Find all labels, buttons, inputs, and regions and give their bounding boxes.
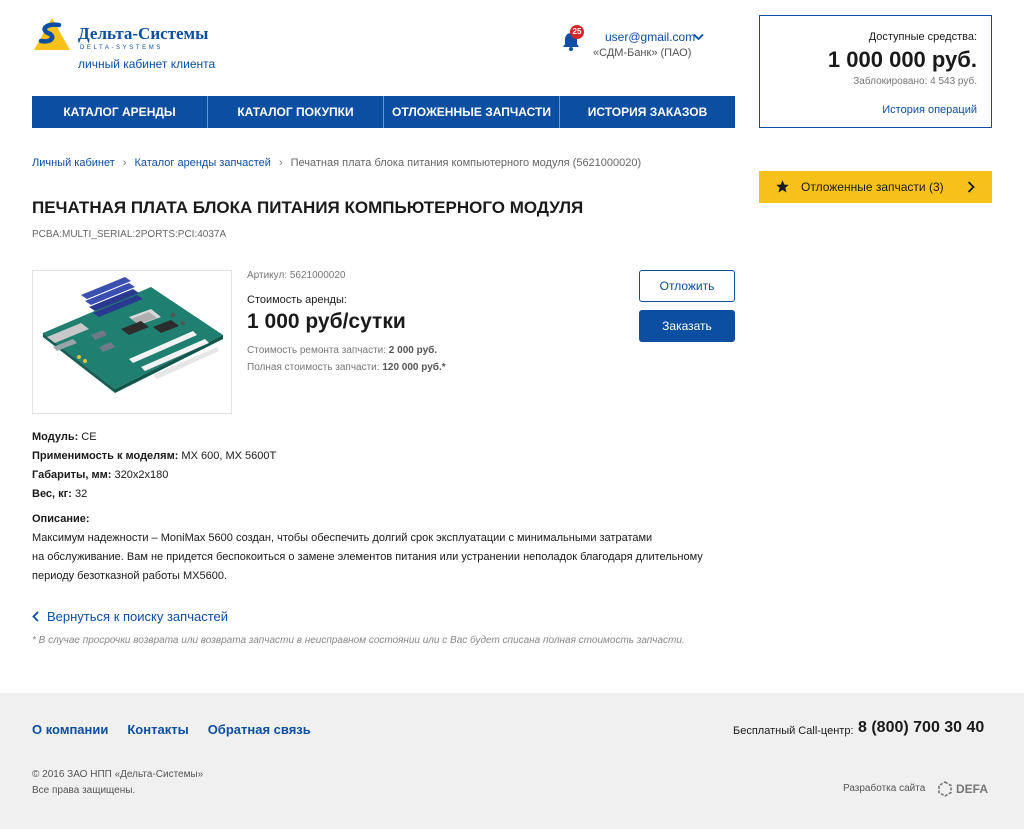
logo-title: Дельта-Системы xyxy=(78,24,209,43)
breadcrumb-separator-icon: › xyxy=(122,157,127,169)
rights-line: Все права защищены. xyxy=(32,785,136,796)
product-image xyxy=(32,270,232,414)
rent-price-label: Стоимость аренды: xyxy=(247,294,347,306)
spec-row: Модуль: CE xyxy=(32,428,276,447)
description-line: Максимум надежности – MoniMax 5600 созда… xyxy=(32,532,653,544)
copyright: © 2016 ЗАО НПП «Дельта-Системы» Все прав… xyxy=(32,767,203,799)
full-cost: Полная стоимость запчасти: 120 000 руб.* xyxy=(247,362,446,373)
motherboard-image xyxy=(43,277,223,393)
spec-value: CE xyxy=(78,431,97,443)
breadcrumb-current: Печатная плата блока питания компьютерно… xyxy=(290,157,642,169)
copyright-line: © 2016 ЗАО НПП «Дельта-Системы» xyxy=(32,769,204,780)
rent-price: 1 000 руб/сутки xyxy=(247,310,406,333)
description-line: периоду безотказной работы MX5600. xyxy=(32,570,227,582)
back-to-search-label: Вернуться к поиску запчастей xyxy=(47,609,228,624)
deferred-parts-label: Отложенные запчасти (3) xyxy=(801,180,944,194)
nav-order-history[interactable]: ИСТОРИЯ ЗАКАЗОВ xyxy=(560,96,735,128)
spec-value: 32 xyxy=(71,488,88,500)
spec-row: Вес, кг: 32 xyxy=(32,485,276,504)
full-cost-label: Полная стоимость запчасти: xyxy=(247,362,383,373)
user-bank: «СДМ-Банк» (ПАО) xyxy=(593,47,692,59)
spec-label: Вес, кг: xyxy=(32,488,72,500)
breadcrumb: Личный кабинет › Каталог аренды запчасте… xyxy=(32,157,641,169)
balance-panel: Доступные средства: 1 000 000 руб. Забло… xyxy=(759,15,992,128)
spec-value: 320x2x180 xyxy=(111,469,169,481)
spec-row: Применимость к моделям: MX 600, MX 5600T xyxy=(32,447,276,466)
spec-label: Модуль: xyxy=(32,431,79,443)
breadcrumb-rent-catalog[interactable]: Каталог аренды запчастей xyxy=(134,157,271,169)
chevron-right-icon xyxy=(967,181,975,193)
operations-history-link[interactable]: История операций xyxy=(882,104,977,116)
nav-buy-catalog[interactable]: КАТАЛОГ ПОКУПКИ xyxy=(208,96,384,128)
chevron-down-icon[interactable] xyxy=(693,33,704,41)
call-center-phone[interactable]: 8 (800) 700 30 40 xyxy=(858,719,984,737)
full-cost-value: 120 000 руб.* xyxy=(382,362,446,373)
repair-cost: Стоимость ремонта запчасти: 2 000 руб. xyxy=(247,345,437,356)
star-icon xyxy=(776,180,789,193)
page-title: ПЕЧАТНАЯ ПЛАТА БЛОКА ПИТАНИЯ КОМПЬЮТЕРНО… xyxy=(32,198,584,217)
spec-row: Габариты, мм: 320x2x180 xyxy=(32,466,276,485)
balance-blocked: Заблокировано: 4 543 руб. xyxy=(853,76,977,87)
back-to-search-link[interactable]: Вернуться к поиску запчастей xyxy=(32,609,228,624)
logo-mark-icon xyxy=(34,18,70,50)
logo-subtitle: DELTA-SYSTEMS xyxy=(80,45,163,51)
nav-rent-catalog[interactable]: КАТАЛОГ АРЕНДЫ xyxy=(32,96,208,128)
developer-logo[interactable]: DEFA xyxy=(937,781,988,797)
defa-logo-icon xyxy=(938,781,952,797)
defer-button[interactable]: Отложить xyxy=(639,270,735,302)
chevron-left-icon xyxy=(32,611,39,622)
description-heading: Описание: xyxy=(32,513,90,525)
footer: О компании Контакты Обратная связь Беспл… xyxy=(0,693,1024,829)
deferred-parts-button[interactable]: Отложенные запчасти (3) xyxy=(759,171,992,203)
spec-label: Применимость к моделям: xyxy=(32,450,179,462)
product-specs: Модуль: CE Применимость к моделям: MX 60… xyxy=(32,428,276,504)
nav-deferred-parts[interactable]: ОТЛОЖЕННЫЕ ЗАПЧАСТИ xyxy=(384,96,560,128)
footer-link-feedback[interactable]: Обратная связь xyxy=(208,722,311,737)
user-email[interactable]: user@gmail.com xyxy=(605,30,695,44)
description-body: Максимум надежности – MoniMax 5600 созда… xyxy=(32,529,732,586)
notification-badge: 25 xyxy=(570,25,584,39)
repair-cost-label: Стоимость ремонта запчасти: xyxy=(247,345,389,356)
breadcrumb-separator-icon: › xyxy=(278,157,283,169)
footer-link-contacts[interactable]: Контакты xyxy=(127,722,188,737)
call-center-label: Бесплатный Call-центр: xyxy=(733,725,854,737)
order-button[interactable]: Заказать xyxy=(639,310,735,342)
balance-amount: 1 000 000 руб. xyxy=(827,47,977,72)
logo-tagline: личный кабинет клиента xyxy=(78,57,216,71)
footer-link-about[interactable]: О компании xyxy=(32,722,108,737)
product-code: PCBA:MULTI_SERIAL:2PORTS:PCI:4037A xyxy=(32,229,227,240)
developer-brand: DEFA xyxy=(956,782,989,796)
breadcrumb-home[interactable]: Личный кабинет xyxy=(32,157,115,169)
description-line: на обслуживание. Вам не придется беспоко… xyxy=(32,551,703,563)
product-article: Артикул: 5621000020 xyxy=(247,270,346,281)
repair-cost-value: 2 000 руб. xyxy=(388,345,438,356)
footer-links: О компании Контакты Обратная связь xyxy=(32,722,311,737)
developer-label: Разработка сайта xyxy=(843,783,926,794)
main-nav: КАТАЛОГ АРЕНДЫ КАТАЛОГ ПОКУПКИ ОТЛОЖЕННЫ… xyxy=(32,96,735,128)
spec-label: Габариты, мм: xyxy=(32,469,112,481)
footnote: * В случае просрочки возврата или возвра… xyxy=(32,635,685,646)
balance-label: Доступные средства: xyxy=(868,31,977,43)
spec-value: MX 600, MX 5600T xyxy=(178,450,277,462)
